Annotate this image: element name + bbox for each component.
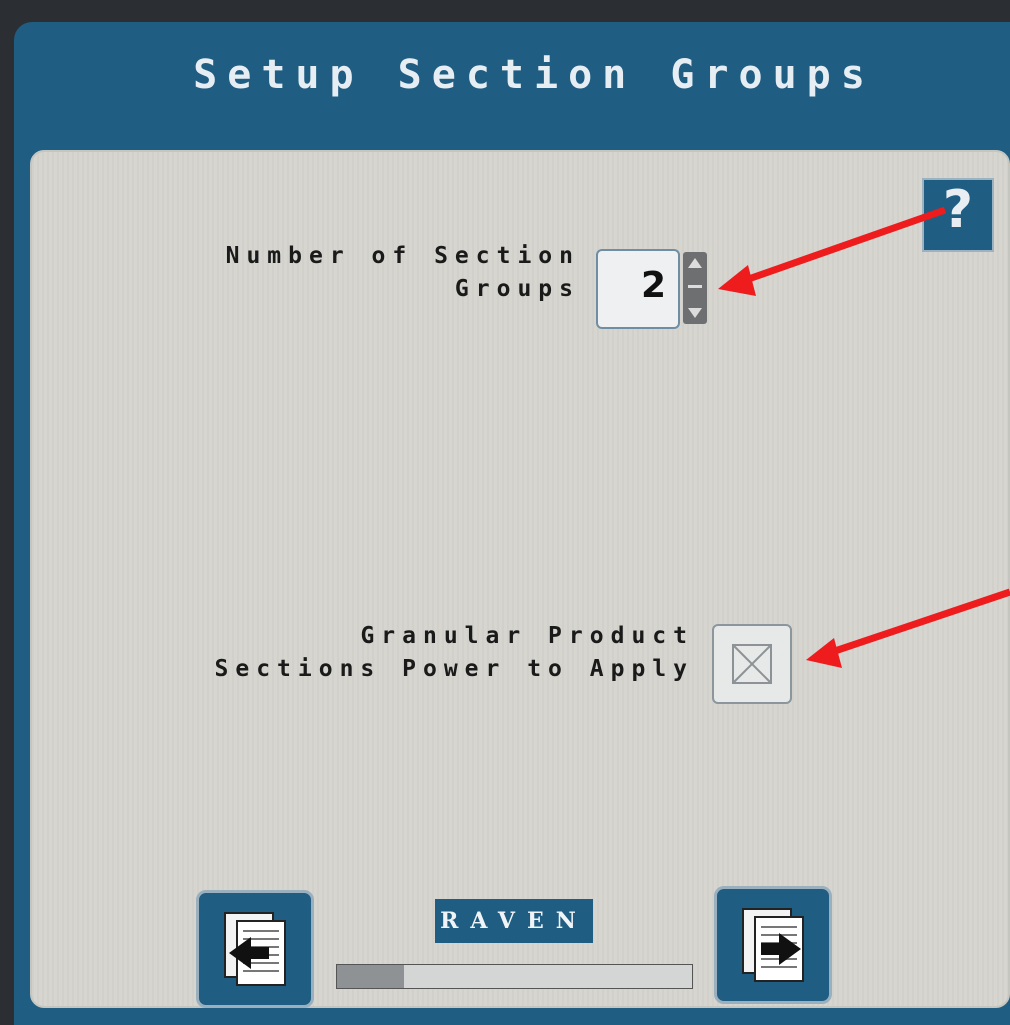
page-title: Setup Section Groups [193, 52, 875, 98]
help-icon: ? [942, 180, 974, 240]
progress-bar [336, 964, 693, 989]
granular-power-checkbox[interactable] [712, 624, 792, 704]
stepper-arrows[interactable] [683, 252, 707, 324]
section-groups-label: Number of Section Groups [225, 243, 580, 302]
raven-logo: RAVEN [435, 899, 593, 943]
next-page-icon [742, 908, 804, 982]
granular-power-label: Granular Product Sections Power to Apply [214, 623, 694, 682]
chevron-down-icon[interactable] [688, 308, 702, 318]
section-groups-value: 2 [640, 265, 666, 306]
back-page-icon [224, 912, 286, 986]
chevron-up-icon[interactable] [688, 258, 702, 268]
progress-fill [337, 965, 405, 988]
stepper-divider [688, 285, 702, 288]
back-button[interactable] [196, 890, 314, 1008]
next-button[interactable] [714, 886, 832, 1004]
checkbox-x-icon [732, 644, 772, 684]
help-button[interactable]: ? [922, 178, 994, 252]
section-groups-stepper[interactable]: 2 [596, 249, 680, 329]
